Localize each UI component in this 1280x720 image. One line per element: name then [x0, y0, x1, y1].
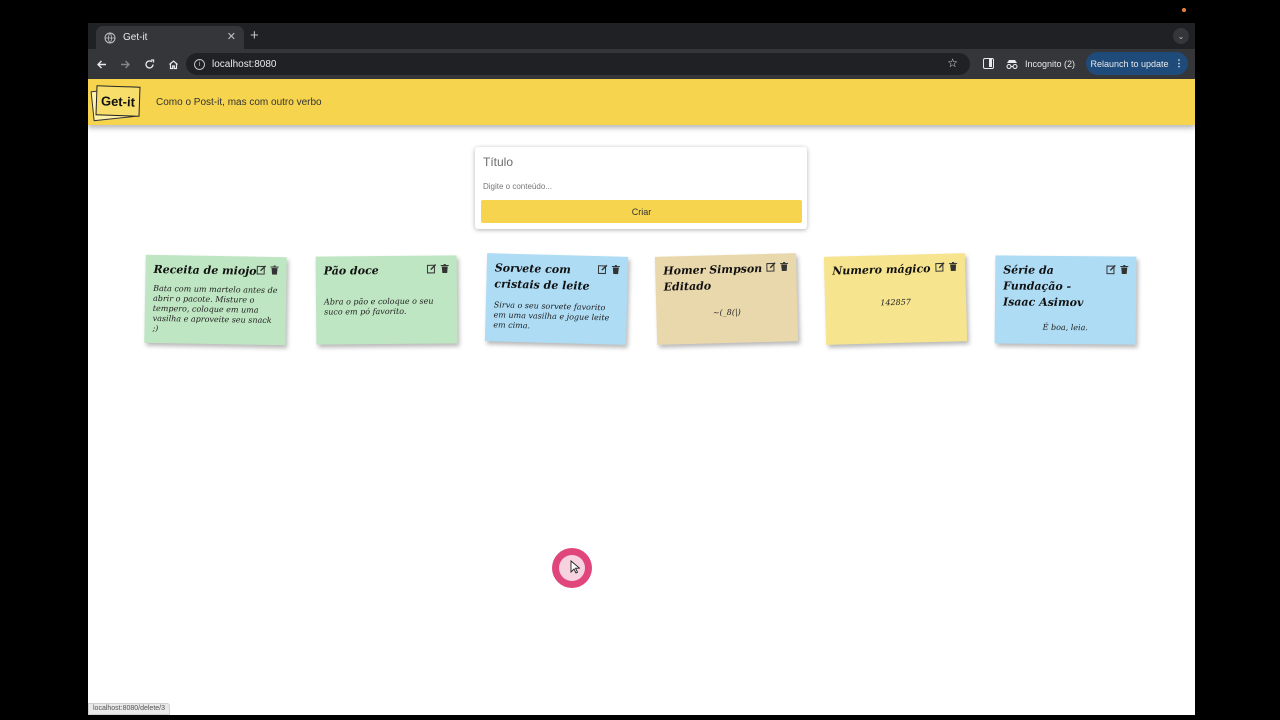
globe-icon: [104, 32, 116, 43]
relaunch-label: Relaunch to update: [1090, 58, 1169, 69]
note-body: 142857: [880, 297, 911, 308]
tab-title: Get-it: [123, 32, 148, 43]
tab-search-icon[interactable]: ⌄: [1173, 28, 1189, 44]
tab-get-it[interactable]: Get-it ✕: [96, 26, 244, 49]
note-card: Receita de miojo Bata com um martelo ant…: [144, 254, 287, 346]
home-icon: [168, 59, 178, 69]
home-button[interactable]: [162, 53, 184, 75]
incognito-indicator[interactable]: Incognito (2): [1005, 54, 1075, 74]
note-body: ~(_8(|): [712, 307, 741, 318]
note-title: Numero mágico: [832, 262, 931, 278]
trash-icon[interactable]: [440, 263, 450, 274]
edit-icon[interactable]: [766, 262, 776, 272]
edit-icon[interactable]: [935, 262, 945, 272]
note-actions: [766, 261, 789, 272]
note-card: Pão doce Abra o pão e coloque o seu suco…: [315, 255, 458, 345]
incognito-label: Incognito (2): [1025, 59, 1076, 69]
info-icon[interactable]: i: [194, 58, 205, 70]
note-card: Sorvete com cristais de leite Sirva o se…: [484, 253, 629, 345]
trash-icon[interactable]: [948, 261, 958, 272]
incognito-icon: [1006, 60, 1018, 69]
forward-button[interactable]: [114, 53, 136, 75]
back-button[interactable]: [90, 53, 112, 75]
note-title: Série da Fundação - Isaac Asimov: [1002, 263, 1084, 310]
app-header: Get-it Como o Post-it, mas com outro ver…: [88, 79, 1195, 125]
trash-icon[interactable]: [611, 264, 621, 275]
title-input[interactable]: [483, 151, 793, 173]
note-body: É boa, leia.: [1042, 322, 1088, 333]
app-tagline: Como o Post-it, mas com outro verbo: [156, 96, 322, 108]
note-actions: [256, 265, 279, 275]
note-body: Abra o pão e coloque o seu suco em pó fa…: [323, 296, 434, 317]
logo-text: Get-it: [95, 85, 141, 117]
relaunch-button[interactable]: Relaunch to update ⋮: [1086, 52, 1188, 75]
edit-icon[interactable]: [1106, 264, 1116, 275]
note-card: Numero mágico 142857: [823, 253, 968, 345]
menu-dots-icon[interactable]: ⋮: [1175, 58, 1184, 69]
bookmark-star-icon[interactable]: ☆: [947, 56, 958, 70]
note-title: Homer Simpson Editado: [663, 262, 763, 294]
link-status-bubble: localhost:8080/delete/3: [88, 703, 170, 715]
mouse-cursor-icon: [570, 560, 580, 574]
trash-icon[interactable]: [269, 265, 279, 275]
content-input[interactable]: [483, 178, 793, 194]
tab-strip: Get-it ✕ + ⌄: [88, 23, 1195, 49]
note-body: Sirva o seu sorvete favorito em uma vasi…: [493, 300, 610, 331]
note-actions: [935, 261, 958, 272]
reload-icon: [144, 58, 154, 69]
notification-dot: [1182, 8, 1186, 12]
create-button[interactable]: Criar: [481, 200, 802, 223]
edit-icon[interactable]: [256, 265, 267, 275]
note-title: Receita de miojo: [153, 262, 257, 278]
note-title: Sorvete com cristais de leite: [494, 261, 590, 293]
edit-icon[interactable]: [597, 264, 608, 275]
arrow-right-icon: [120, 60, 130, 68]
reload-button[interactable]: [138, 53, 160, 75]
trash-icon[interactable]: [1119, 264, 1129, 275]
note-body: Bata com um martelo antes de abrir o pac…: [152, 283, 278, 334]
close-tab-icon[interactable]: ✕: [227, 32, 236, 43]
create-note-form: Criar: [475, 147, 807, 229]
note-title: Pão doce: [323, 264, 379, 278]
address-bar[interactable]: i localhost:8080 ☆: [186, 53, 970, 75]
trash-icon[interactable]: [779, 261, 789, 272]
note-card: Homer Simpson Editado ~(_8(|): [654, 253, 799, 345]
new-tab-button[interactable]: +: [250, 28, 259, 43]
note-actions: [597, 264, 621, 275]
url-text: localhost:8080: [212, 58, 277, 70]
browser-toolbar: i localhost:8080 ☆ Incognito (2) Relaunc…: [88, 49, 1195, 79]
side-panel-icon[interactable]: [983, 58, 994, 69]
note-actions: [1106, 264, 1129, 275]
note-actions: [426, 263, 450, 274]
browser-window: Get-it ✕ + ⌄ i localhost:8080 ☆ Incognit…: [88, 23, 1195, 715]
app-logo[interactable]: Get-it: [90, 85, 142, 122]
arrow-left-icon: [96, 60, 106, 68]
note-card: Série da Fundação - Isaac Asimov É boa, …: [994, 255, 1137, 345]
edit-icon[interactable]: [426, 264, 437, 274]
